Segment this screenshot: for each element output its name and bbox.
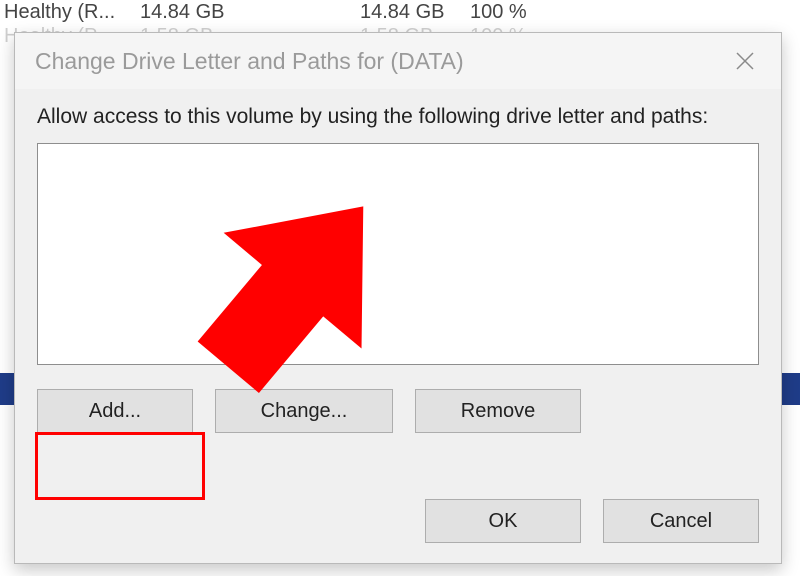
action-buttons-row: Add... Change... Remove bbox=[37, 389, 759, 433]
dialog-titlebar[interactable]: Change Drive Letter and Paths for (DATA) bbox=[15, 33, 781, 89]
change-drive-letter-dialog: Change Drive Letter and Paths for (DATA)… bbox=[14, 32, 782, 564]
cancel-button[interactable]: Cancel bbox=[603, 499, 759, 543]
paths-listbox[interactable] bbox=[37, 143, 759, 365]
dialog-bottom-row: OK Cancel bbox=[425, 499, 759, 543]
add-button[interactable]: Add... bbox=[37, 389, 193, 433]
dialog-title: Change Drive Letter and Paths for (DATA) bbox=[35, 48, 464, 75]
dialog-content: Allow access to this volume by using the… bbox=[15, 89, 781, 433]
remove-button[interactable]: Remove bbox=[415, 389, 581, 433]
size-cell: 14.84 GB bbox=[140, 1, 240, 24]
close-button[interactable] bbox=[725, 41, 765, 81]
bg-selection-bar bbox=[782, 373, 800, 405]
status-cell: Healthy (R... bbox=[0, 1, 140, 24]
table-row: Healthy (R... 14.84 GB 14.84 GB 100 % bbox=[0, 0, 800, 24]
annotation-highlight-box bbox=[35, 432, 205, 500]
ok-button[interactable]: OK bbox=[425, 499, 581, 543]
instruction-label: Allow access to this volume by using the… bbox=[37, 105, 759, 129]
close-icon bbox=[735, 51, 755, 71]
pct-cell: 100 % bbox=[470, 1, 550, 24]
bg-selection-bar bbox=[0, 373, 14, 405]
size-cell: 14.84 GB bbox=[360, 1, 470, 24]
change-button[interactable]: Change... bbox=[215, 389, 393, 433]
